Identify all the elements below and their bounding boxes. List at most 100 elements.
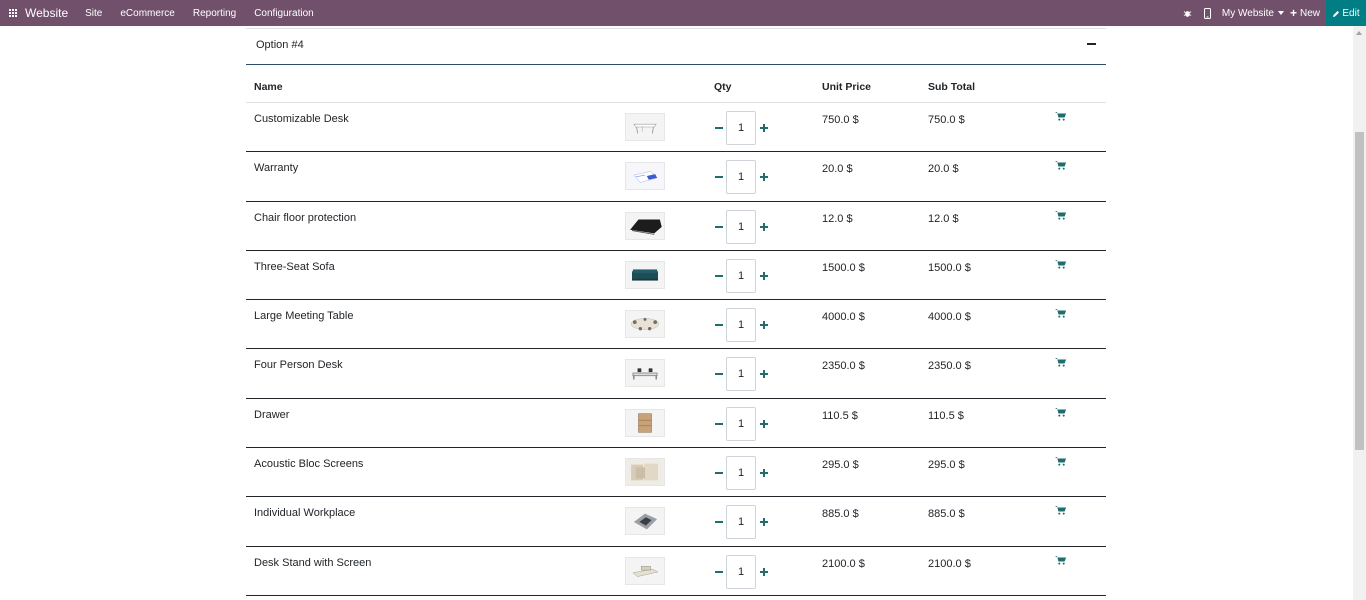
edit-button[interactable]: Edit: [1326, 0, 1366, 26]
minus-icon[interactable]: [712, 416, 725, 432]
website-switcher[interactable]: My Website: [1222, 8, 1284, 19]
table-row: Acoustic Bloc Screens 1 295.0 $ 295.0 $: [246, 448, 1106, 498]
product-image: [625, 260, 665, 289]
product-image: [625, 408, 665, 437]
quantity-stepper: 1: [712, 554, 770, 589]
sub-total: 12.0 $: [928, 212, 959, 225]
quantity-input[interactable]: 1: [726, 111, 756, 145]
minus-icon[interactable]: [712, 465, 725, 481]
product-name[interactable]: Large Meeting Table: [254, 310, 353, 322]
minus-icon[interactable]: [712, 564, 725, 580]
minus-icon[interactable]: [712, 268, 725, 284]
minus-icon[interactable]: [712, 514, 725, 530]
minus-icon[interactable]: [712, 317, 725, 333]
add-to-cart-icon[interactable]: [1055, 407, 1067, 417]
quantity-input[interactable]: 1: [726, 308, 756, 343]
website-switcher-label: My Website: [1221, 7, 1274, 19]
sub-total: 1500.0 $: [928, 261, 971, 274]
quantity-input[interactable]: 1: [726, 209, 756, 244]
unit-price: 20.0 $: [822, 163, 853, 176]
plus-icon[interactable]: [757, 268, 770, 284]
minus-icon[interactable]: [712, 169, 725, 185]
sub-total: 110.5 $: [928, 409, 964, 422]
menu-site[interactable]: Site: [85, 8, 102, 19]
new-label: New: [1299, 7, 1320, 19]
add-to-cart-icon[interactable]: [1055, 111, 1067, 121]
minus-icon[interactable]: [712, 366, 725, 382]
table-row: Four Person Desk 1 2350.0 $ 2350.0 $: [246, 349, 1106, 399]
sub-total: 750.0 $: [928, 114, 965, 126]
table-body: Customizable Desk 1 750.0 $ 750.0 $ Warr…: [246, 103, 1106, 596]
add-to-cart-icon[interactable]: [1055, 308, 1067, 318]
quantity-stepper: 1: [712, 456, 770, 491]
product-image: [625, 162, 665, 191]
scroll-up-arrow-icon[interactable]: [1356, 31, 1362, 35]
quantity-input[interactable]: 1: [726, 357, 756, 392]
product-name[interactable]: Desk Stand with Screen: [254, 557, 371, 569]
top-navbar: Website Site eCommerce Reporting Configu…: [0, 0, 1366, 26]
table-row: Chair floor protection 1 12.0 $ 12.0 $: [246, 202, 1106, 251]
plus-icon[interactable]: [757, 120, 770, 136]
app-title[interactable]: Website: [25, 6, 68, 20]
quantity-input[interactable]: 1: [726, 160, 756, 195]
page-scrollbar[interactable]: [1353, 26, 1366, 600]
product-image: [625, 507, 665, 536]
apps-icon[interactable]: [0, 0, 26, 26]
add-to-cart-icon[interactable]: [1055, 210, 1067, 220]
product-image: [625, 211, 665, 240]
product-name[interactable]: Customizable Desk: [254, 113, 349, 125]
plus-icon[interactable]: [757, 564, 770, 580]
minus-icon[interactable]: [712, 219, 725, 235]
unit-price: 110.5 $: [822, 409, 858, 422]
product-name[interactable]: Chair floor protection: [254, 212, 356, 224]
navbar-right: My Website + New Edit: [1178, 0, 1366, 26]
add-to-cart-icon[interactable]: [1055, 505, 1067, 515]
divider: [246, 28, 1106, 29]
quantity-input[interactable]: 1: [726, 406, 756, 441]
add-to-cart-icon[interactable]: [1055, 160, 1067, 170]
mobile-icon[interactable]: [1198, 7, 1218, 19]
product-name[interactable]: Drawer: [254, 409, 289, 421]
add-to-cart-icon[interactable]: [1055, 456, 1067, 466]
collapse-minus-icon[interactable]: [1087, 43, 1096, 45]
unit-price: 750.0 $: [822, 114, 859, 126]
product-image: [625, 113, 665, 141]
plus-icon[interactable]: [757, 219, 770, 235]
table-row: Customizable Desk 1 750.0 $ 750.0 $: [246, 103, 1106, 153]
chevron-down-icon: [1277, 11, 1284, 15]
product-image: [625, 310, 665, 339]
add-to-cart-icon[interactable]: [1055, 555, 1067, 565]
add-to-cart-icon[interactable]: [1055, 259, 1067, 269]
plus-icon[interactable]: [757, 366, 770, 382]
quantity-input[interactable]: 1: [726, 258, 756, 293]
plus-icon[interactable]: [757, 514, 770, 530]
quantity-input[interactable]: 1: [726, 456, 756, 491]
menu-configuration[interactable]: Configuration: [254, 8, 313, 19]
plus-icon[interactable]: [757, 416, 770, 432]
plus-icon: +: [1289, 6, 1297, 20]
product-name[interactable]: Four Person Desk: [254, 359, 343, 371]
menu-ecommerce[interactable]: eCommerce: [120, 8, 174, 19]
minus-icon[interactable]: [712, 120, 725, 136]
table-header: Name Qty Unit Price Sub Total: [246, 65, 1106, 103]
quantity-input[interactable]: 1: [726, 554, 756, 589]
quantity-stepper: 1: [712, 160, 770, 195]
menu-reporting[interactable]: Reporting: [193, 8, 236, 19]
table-row: Individual Workplace 1 885.0 $ 885.0 $: [246, 497, 1106, 547]
sub-total: 885.0 $: [928, 508, 965, 521]
quantity-stepper: 1: [712, 209, 770, 244]
option-title[interactable]: Option #4: [256, 39, 304, 51]
plus-icon[interactable]: [757, 317, 770, 333]
product-name[interactable]: Acoustic Bloc Screens: [254, 458, 363, 470]
product-name[interactable]: Individual Workplace: [254, 507, 355, 519]
new-button[interactable]: + New: [1290, 7, 1320, 19]
plus-icon[interactable]: [757, 169, 770, 185]
product-name[interactable]: Three-Seat Sofa: [254, 261, 335, 273]
plus-icon[interactable]: [757, 465, 770, 481]
product-name[interactable]: Warranty: [254, 162, 298, 174]
bug-icon[interactable]: [1178, 9, 1198, 18]
quantity-input[interactable]: 1: [726, 505, 756, 540]
header-unit-price: Unit Price: [822, 81, 872, 93]
scrollbar-thumb[interactable]: [1355, 132, 1364, 450]
add-to-cart-icon[interactable]: [1055, 357, 1067, 368]
